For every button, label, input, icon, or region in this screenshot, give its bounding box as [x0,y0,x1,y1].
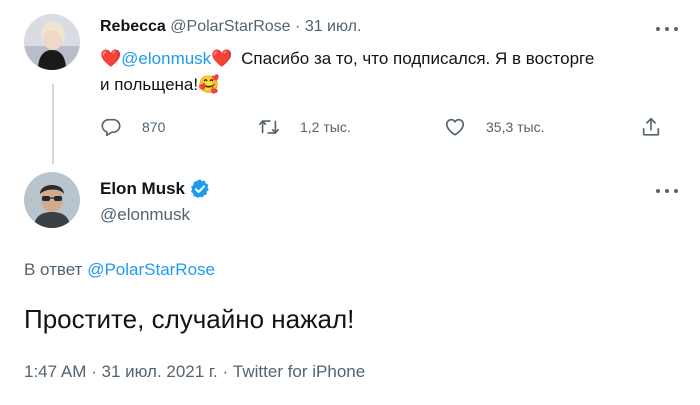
tweet-full-date[interactable]: 31 июл. 2021 г. [102,362,218,381]
smiling-face-emoji: 🥰 [198,75,220,94]
heart-emoji: ❤️ [100,49,122,68]
tweet-text-line1: ❤️@elonmusk❤️ Спасибо за то, что подписа… [100,46,680,72]
tweet-date[interactable]: 31 июл. [305,18,362,35]
tweet-actions-bar: 870 1,2 тыс. 35,3 тыс. [100,116,666,144]
like-count: 35,3 тыс. [486,119,545,135]
separator-dot: · [222,362,229,381]
avatar-rebecca[interactable] [24,14,80,70]
tweet-text: Спасибо за то, что подписался. Я в восто… [241,49,595,68]
tweet-time[interactable]: 1:47 AM [24,362,86,381]
like-icon [444,116,466,138]
share-icon [640,116,662,138]
share-button[interactable] [640,116,662,138]
author-name[interactable]: Elon Musk [100,179,185,199]
main-tweet-author[interactable]: Elon Musk [100,178,211,200]
main-tweet-text: Простите, случайно нажал! [24,304,355,334]
tweet-source[interactable]: Twitter for iPhone [233,362,365,381]
tweet-text: и польщена! [100,75,199,94]
separator-dot: · [295,18,301,35]
thread-connector-line [52,84,54,164]
like-button[interactable]: 35,3 тыс. [444,116,545,138]
in-reply-to-handle[interactable]: @PolarStarRose [87,260,215,279]
separator-dot: · [91,362,97,381]
in-reply-to: В ответ @PolarStarRose [24,260,215,280]
verified-icon [189,178,211,200]
retweet-button[interactable]: 1,2 тыс. [258,116,351,138]
author-handle[interactable]: @elonmusk [100,205,190,225]
more-icon[interactable] [656,186,678,196]
reply-button[interactable]: 870 [100,116,165,138]
reply-icon [100,116,122,138]
author-name[interactable]: Rebecca [100,18,166,35]
in-reply-to-prefix: В ответ [24,260,83,279]
retweet-count: 1,2 тыс. [300,119,351,135]
tweet-meta: 1:47 AM · 31 июл. 2021 г. · Twitter for … [24,362,365,382]
author-handle[interactable]: @PolarStarRose [170,18,290,35]
heart-emoji: ❤️ [211,49,233,68]
avatar-elon-musk[interactable] [24,172,80,228]
mention-link[interactable]: @elonmusk [121,49,211,68]
retweet-icon [258,116,280,138]
reply-count: 870 [142,119,166,135]
more-icon[interactable] [656,24,678,34]
tweet-text-line2: и польщена!🥰 [100,72,680,98]
reply-tweet-header: Rebecca @PolarStarRose · 31 июл. [100,18,361,36]
reply-tweet-text: ❤️@elonmusk❤️ Спасибо за то, что подписа… [100,46,680,98]
